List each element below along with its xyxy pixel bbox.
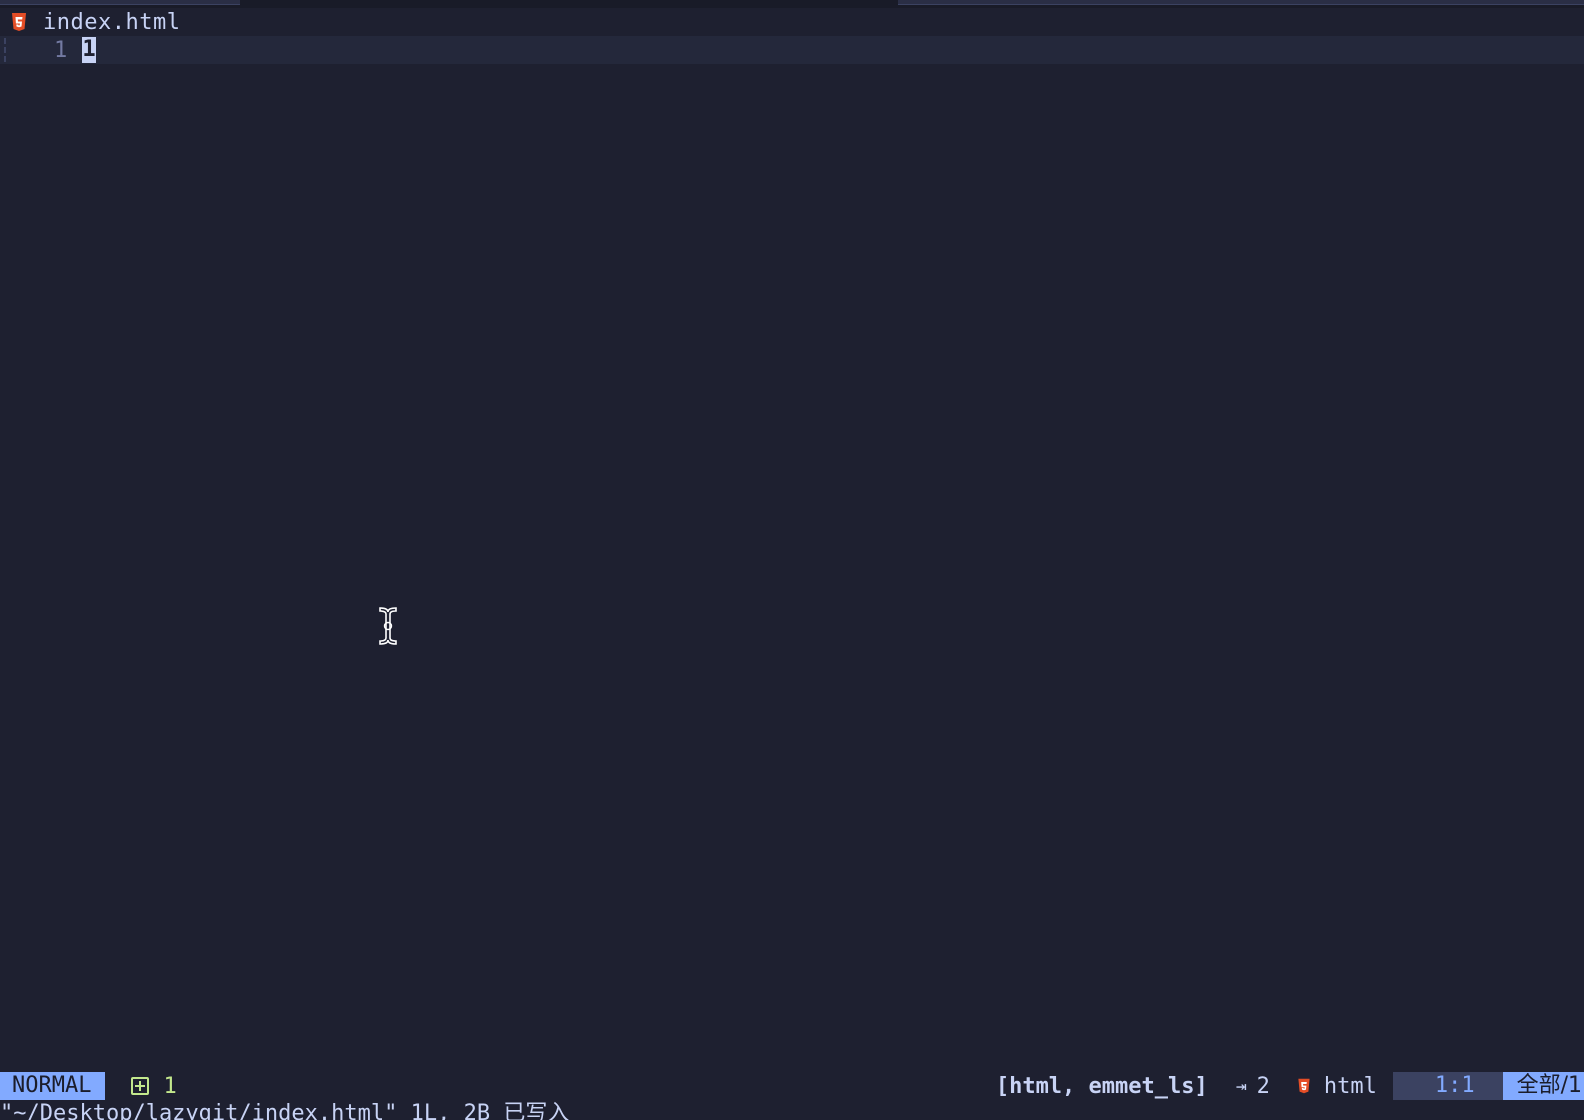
window-border-right: [898, 0, 1584, 5]
file-progress: 全部/1: [1502, 1072, 1584, 1100]
plus-square-icon: [131, 1077, 150, 1095]
indent-info: ⇥ 2: [1236, 1074, 1270, 1099]
tab-arrow-icon: ⇥: [1235, 1075, 1247, 1097]
git-diff-added: 1: [131, 1073, 177, 1099]
html5-icon: [12, 13, 26, 31]
line-number: 1: [54, 37, 68, 63]
winbar-filename[interactable]: index.html: [43, 10, 180, 35]
text-cursor[interactable]: 1: [82, 37, 96, 63]
git-added-count: 1: [163, 1073, 177, 1099]
editor-window: index.html 1 1 NORMAL 1 [html, emmet_ls]…: [0, 0, 1584, 1120]
mode-indicator: NORMAL: [0, 1072, 106, 1100]
indent-size: 2: [1256, 1073, 1270, 1099]
cursor-position: 1:1: [1392, 1072, 1503, 1100]
filetype-info: html: [1296, 1074, 1377, 1099]
lsp-clients: [html, emmet_ls]: [995, 1073, 1208, 1099]
filetype-label: html: [1323, 1073, 1377, 1099]
buffer-line[interactable]: 1 1: [0, 36, 1584, 64]
ibeam-mouse-cursor-icon: [379, 607, 397, 645]
winbar: index.html: [0, 8, 1584, 36]
html5-icon: [1298, 1078, 1310, 1094]
window-border-left: [0, 0, 240, 5]
command-line[interactable]: "~/Desktop/lazygit/index.html" 1L, 2B 已写…: [0, 1100, 1584, 1120]
window-top-border: [0, 0, 1584, 8]
statusline: NORMAL 1 [html, emmet_ls] ⇥ 2 html 1:1 全…: [0, 1072, 1584, 1100]
indent-guide: [4, 38, 6, 62]
